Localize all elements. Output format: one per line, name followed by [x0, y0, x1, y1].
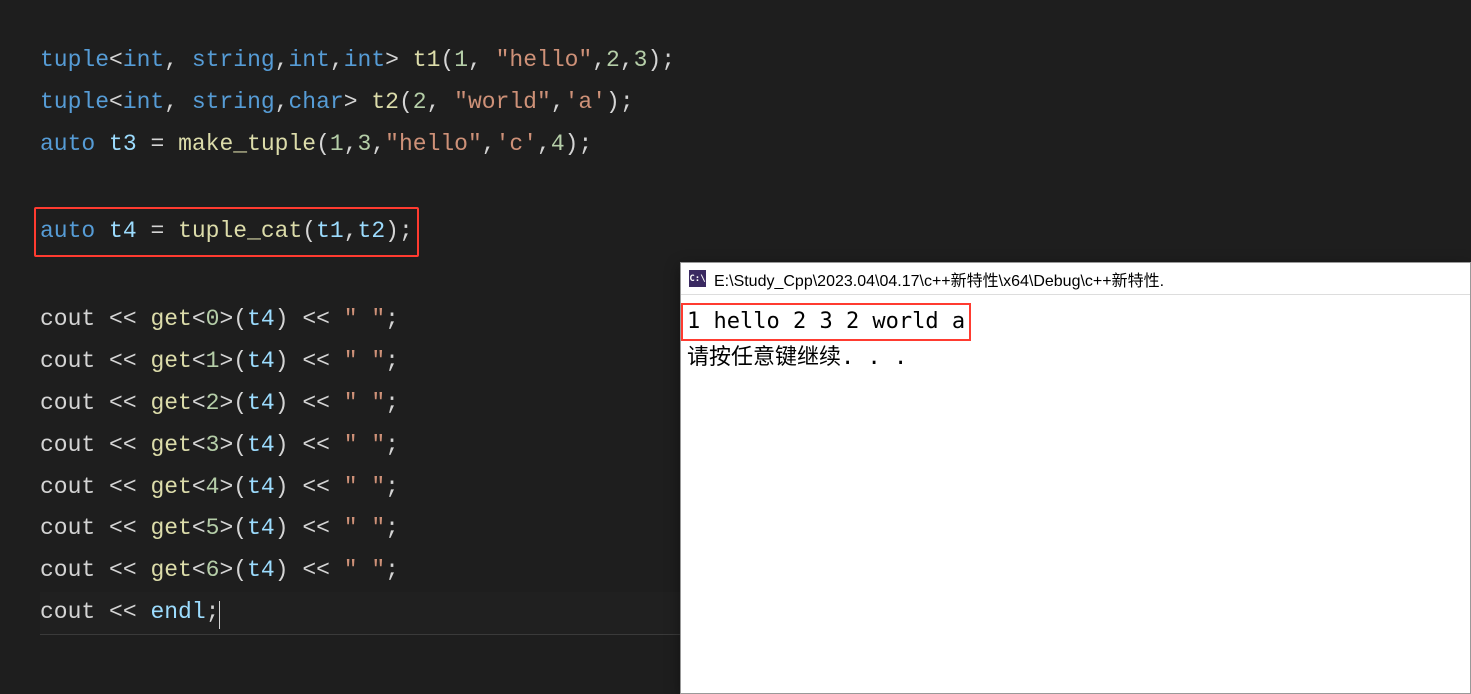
console-prompt: 请按任意键继续. . .: [687, 341, 1464, 375]
highlight-box-output: 1 hello 2 3 2 world a: [681, 303, 971, 341]
highlight-box-tuple-cat: auto t4 = tuple_cat(t1,t2);: [34, 207, 419, 257]
code-line-2[interactable]: tuple<int, string,char> t2(2, "world",'a…: [40, 82, 1471, 124]
console-output[interactable]: 1 hello 2 3 2 world a 请按任意键继续. . .: [681, 295, 1470, 383]
code-line-4[interactable]: auto t4 = tuple_cat(t1,t2);: [40, 207, 1471, 257]
window-title: E:\Study_Cpp\2023.04\04.17\c++新特性\x64\De…: [714, 267, 1164, 291]
console-icon: C:\: [689, 270, 706, 287]
console-window[interactable]: C:\ E:\Study_Cpp\2023.04\04.17\c++新特性\x6…: [680, 262, 1471, 694]
code-line-1[interactable]: tuple<int, string,int,int> t1(1, "hello"…: [40, 40, 1471, 82]
blank-line[interactable]: [40, 166, 1471, 208]
code-line-3[interactable]: auto t3 = make_tuple(1,3,"hello",'c',4);: [40, 124, 1471, 166]
text-cursor: [219, 601, 220, 629]
title-bar[interactable]: C:\ E:\Study_Cpp\2023.04\04.17\c++新特性\x6…: [681, 263, 1470, 295]
